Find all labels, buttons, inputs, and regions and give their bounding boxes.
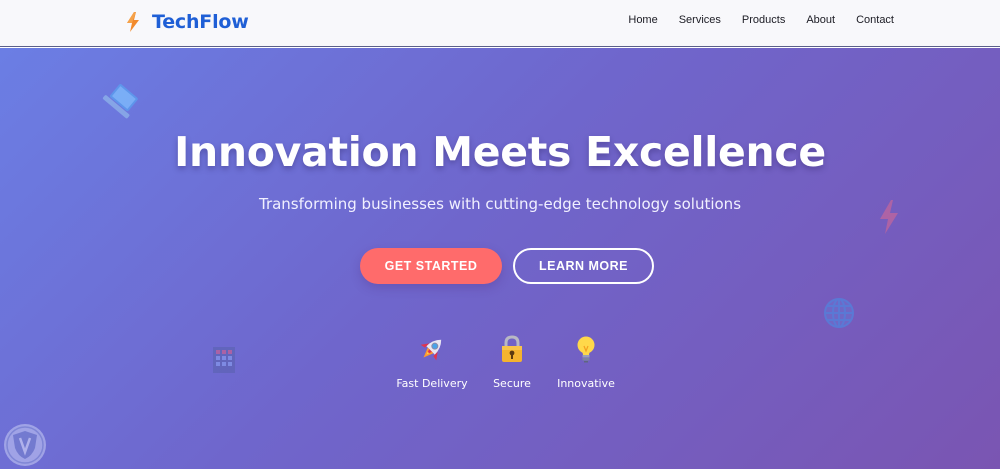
nav-link-contact[interactable]: Contact [856,14,894,26]
nav-link-services[interactable]: Services [679,14,721,26]
nav-link-home[interactable]: Home [628,14,657,26]
lightning-bolt-icon [127,12,139,32]
shield-badge-icon [4,424,46,466]
building-icon [213,347,235,373]
laptop-icon [102,84,138,119]
nav-link-about[interactable]: About [806,14,835,26]
get-started-button[interactable]: GET STARTED [360,248,502,284]
rocket-icon [420,339,442,361]
brand-name: TechFlow [152,11,249,33]
feature-label: Fast Delivery [396,377,468,390]
nav-link-products[interactable]: Products [742,14,785,26]
hero-subtitle: Transforming businesses with cutting-edg… [258,195,742,213]
nav-links: Home Services Products About Contact [628,14,894,26]
brand[interactable]: TechFlow [126,11,249,33]
feature-label: Innovative [557,377,615,390]
learn-more-button[interactable]: LEARN MORE [513,248,654,284]
globe-icon [824,298,854,328]
feature-fast-delivery: Fast Delivery [387,334,477,390]
feature-innovative: Innovative [541,334,631,390]
navbar: TechFlow Home Services Products About Co… [0,0,1000,47]
hero-title: Innovation Meets Excellence [174,128,826,176]
lock-icon [502,335,522,362]
hero-section: Innovation Meets Excellence Transforming… [0,48,1000,469]
lightbulb-icon [577,336,595,363]
